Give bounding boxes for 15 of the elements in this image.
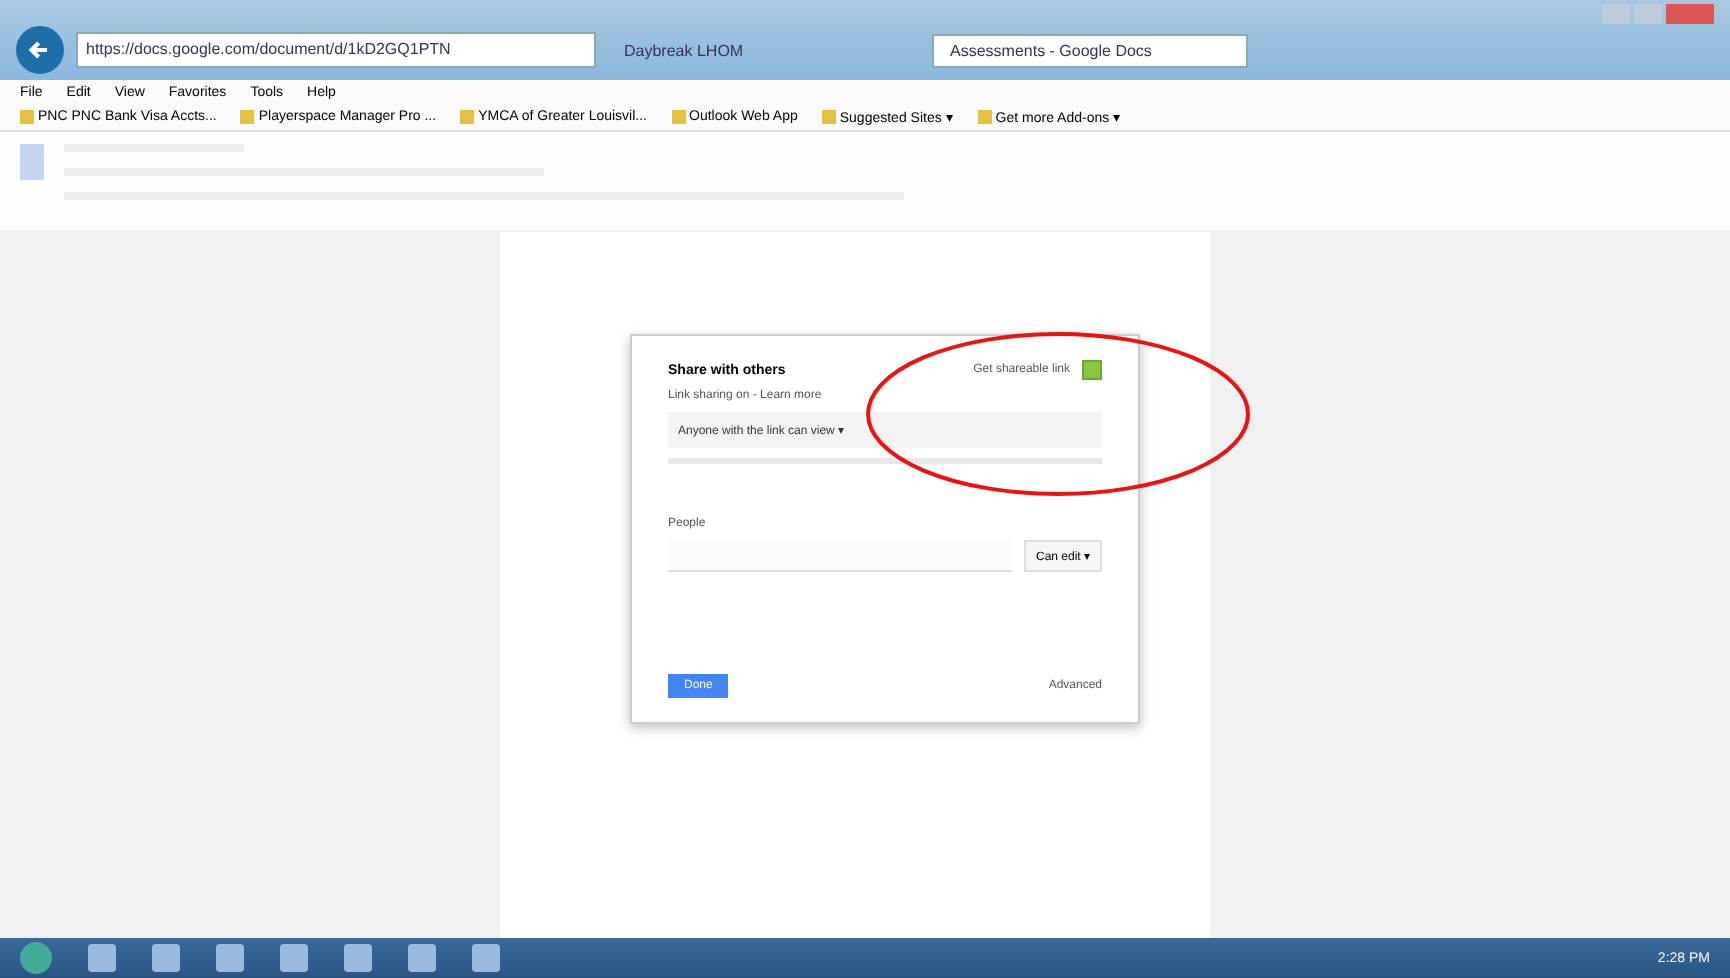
taskbar-app-icon[interactable]: [344, 944, 372, 972]
back-button[interactable]: [16, 26, 64, 74]
window-controls[interactable]: [1602, 4, 1714, 24]
people-field[interactable]: [668, 541, 1012, 571]
taskbar-app-icon[interactable]: [216, 944, 244, 972]
link-checkbox[interactable]: [1082, 360, 1102, 380]
taskbar-app-icon[interactable]: [88, 944, 116, 972]
browser-tab[interactable]: Assessments - Google Docs: [932, 33, 1248, 67]
taskbar-app-icon[interactable]: [280, 944, 308, 972]
taskbar-app-icon[interactable]: [472, 944, 500, 972]
taskbar-app-icon[interactable]: [152, 944, 180, 972]
start-button[interactable]: [20, 942, 52, 974]
browser-tab[interactable]: Daybreak LHOM: [608, 35, 920, 65]
address-field[interactable]: https://docs.google.com/document/d/1kD2GQ1PTN: [76, 32, 596, 68]
taskbar-app-icon[interactable]: [408, 944, 436, 972]
